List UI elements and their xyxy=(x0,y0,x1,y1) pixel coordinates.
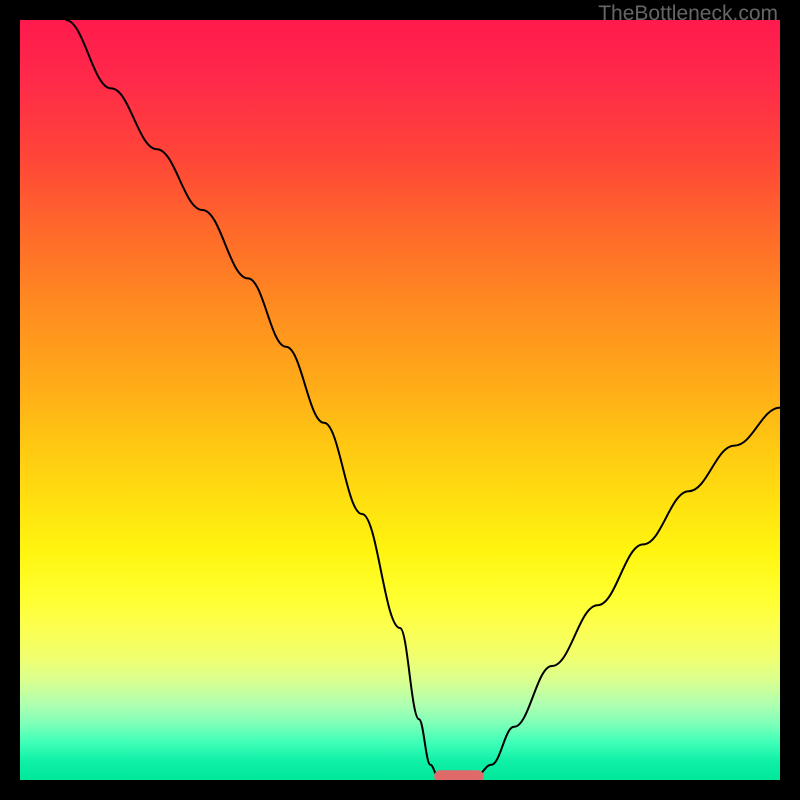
chart-svg xyxy=(20,20,780,780)
curve-line xyxy=(66,20,780,776)
optimum-marker xyxy=(434,770,483,780)
